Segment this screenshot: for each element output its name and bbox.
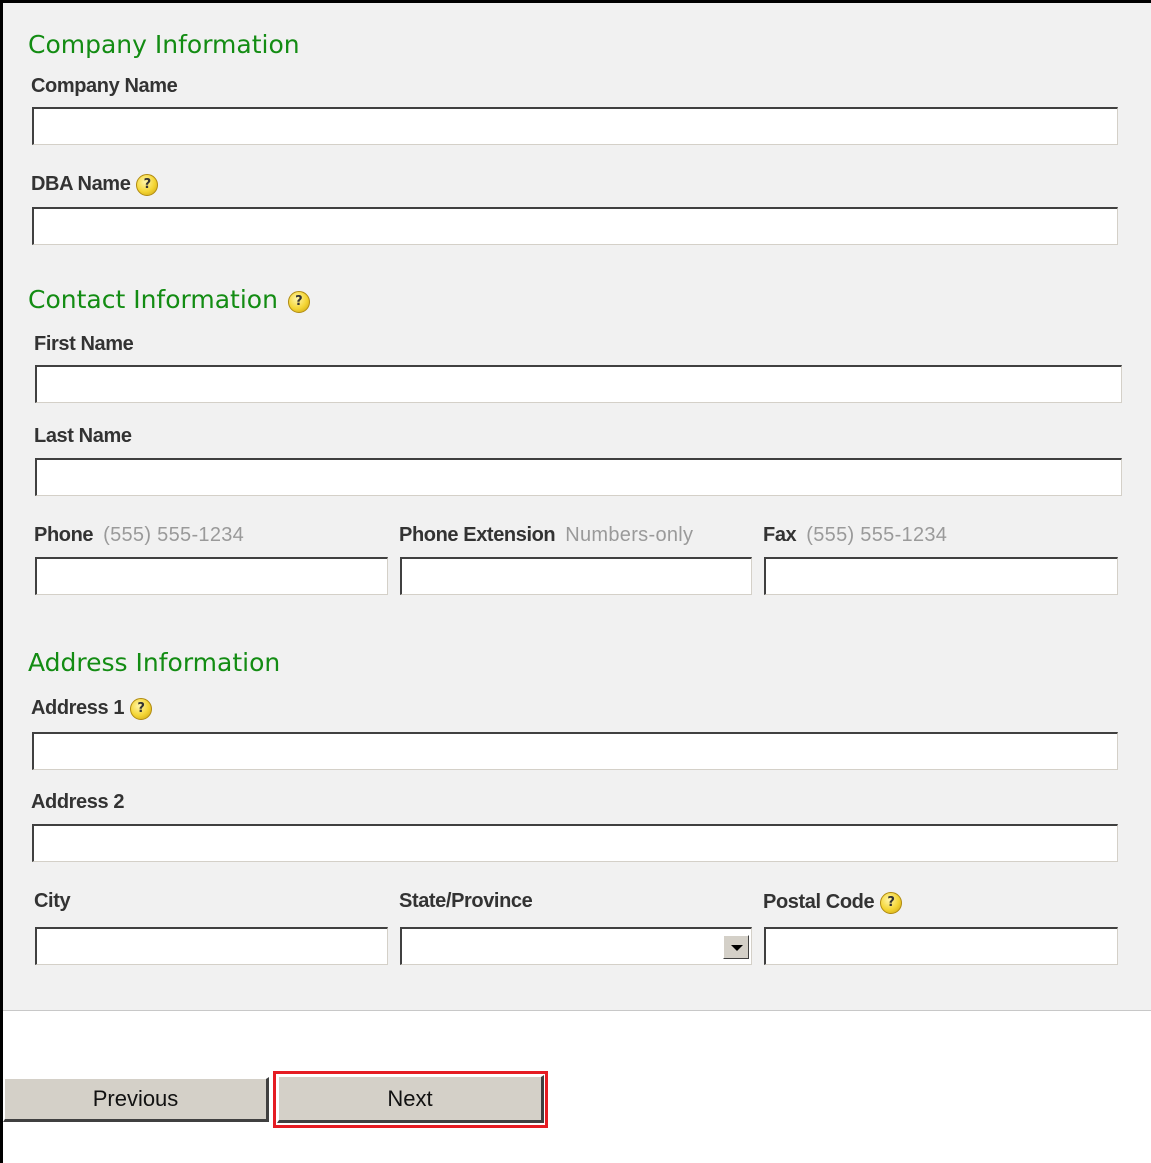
last-name-label: Last Name [34, 425, 132, 447]
address1-input[interactable] [32, 732, 1118, 770]
postal-code-help-icon[interactable]: ? [880, 891, 903, 914]
phone-extension-label-text: Phone Extension [399, 524, 556, 546]
address1-label: Address 1? [31, 696, 153, 720]
city-label: City [34, 890, 71, 912]
address2-label: Address 2 [31, 791, 125, 813]
fax-label-text: Fax [763, 524, 797, 546]
contact-information-heading-text: Contact Information [28, 285, 278, 314]
postal-code-input[interactable] [764, 927, 1118, 965]
form-panel: Company Information Company Name DBA Nam… [3, 3, 1151, 1011]
last-name-input[interactable] [35, 458, 1122, 496]
fax-label: Fax (555) 555-1234 [763, 523, 947, 547]
dba-name-label: DBA Name? [31, 172, 159, 196]
phone-label-text: Phone [34, 524, 94, 546]
company-information-heading: Company Information [28, 30, 300, 59]
first-name-input[interactable] [35, 365, 1122, 403]
state-province-label: State/Province [399, 890, 533, 912]
city-input[interactable] [35, 927, 388, 965]
phone-format-hint: (555) 555-1234 [103, 524, 245, 546]
company-name-label: Company Name [31, 74, 178, 98]
phone-extension-label: Phone Extension Numbers-only [399, 523, 693, 547]
previous-button[interactable]: Previous [3, 1077, 269, 1122]
chevron-down-icon[interactable] [723, 935, 749, 959]
postal-code-label-text: Postal Code [763, 891, 875, 913]
postal-code-label: Postal Code? [763, 890, 903, 914]
first-name-label: First Name [34, 333, 134, 355]
fax-input[interactable] [764, 557, 1118, 595]
company-name-label-text: Company Name [31, 75, 178, 97]
address-information-heading: Address Information [28, 648, 281, 677]
dba-name-label-text: DBA Name [31, 173, 131, 195]
next-button[interactable]: Next [277, 1075, 544, 1123]
state-province-select[interactable] [400, 927, 752, 965]
address2-input[interactable] [32, 824, 1118, 862]
fax-format-hint: (555) 555-1234 [806, 524, 948, 546]
phone-extension-hint: Numbers-only [565, 524, 694, 546]
contact-information-help-icon[interactable]: ? [287, 291, 310, 313]
dba-name-input[interactable] [32, 207, 1118, 245]
phone-extension-input[interactable] [400, 557, 752, 595]
contact-information-heading: Contact Information? [28, 285, 310, 315]
company-name-input[interactable] [32, 107, 1118, 145]
state-province-select-box[interactable] [400, 927, 752, 965]
address1-label-text: Address 1 [31, 697, 125, 719]
phone-label: Phone (555) 555-1234 [34, 523, 244, 547]
phone-input[interactable] [35, 557, 388, 595]
dba-name-help-icon[interactable]: ? [136, 173, 159, 196]
address1-help-icon[interactable]: ? [130, 697, 153, 720]
